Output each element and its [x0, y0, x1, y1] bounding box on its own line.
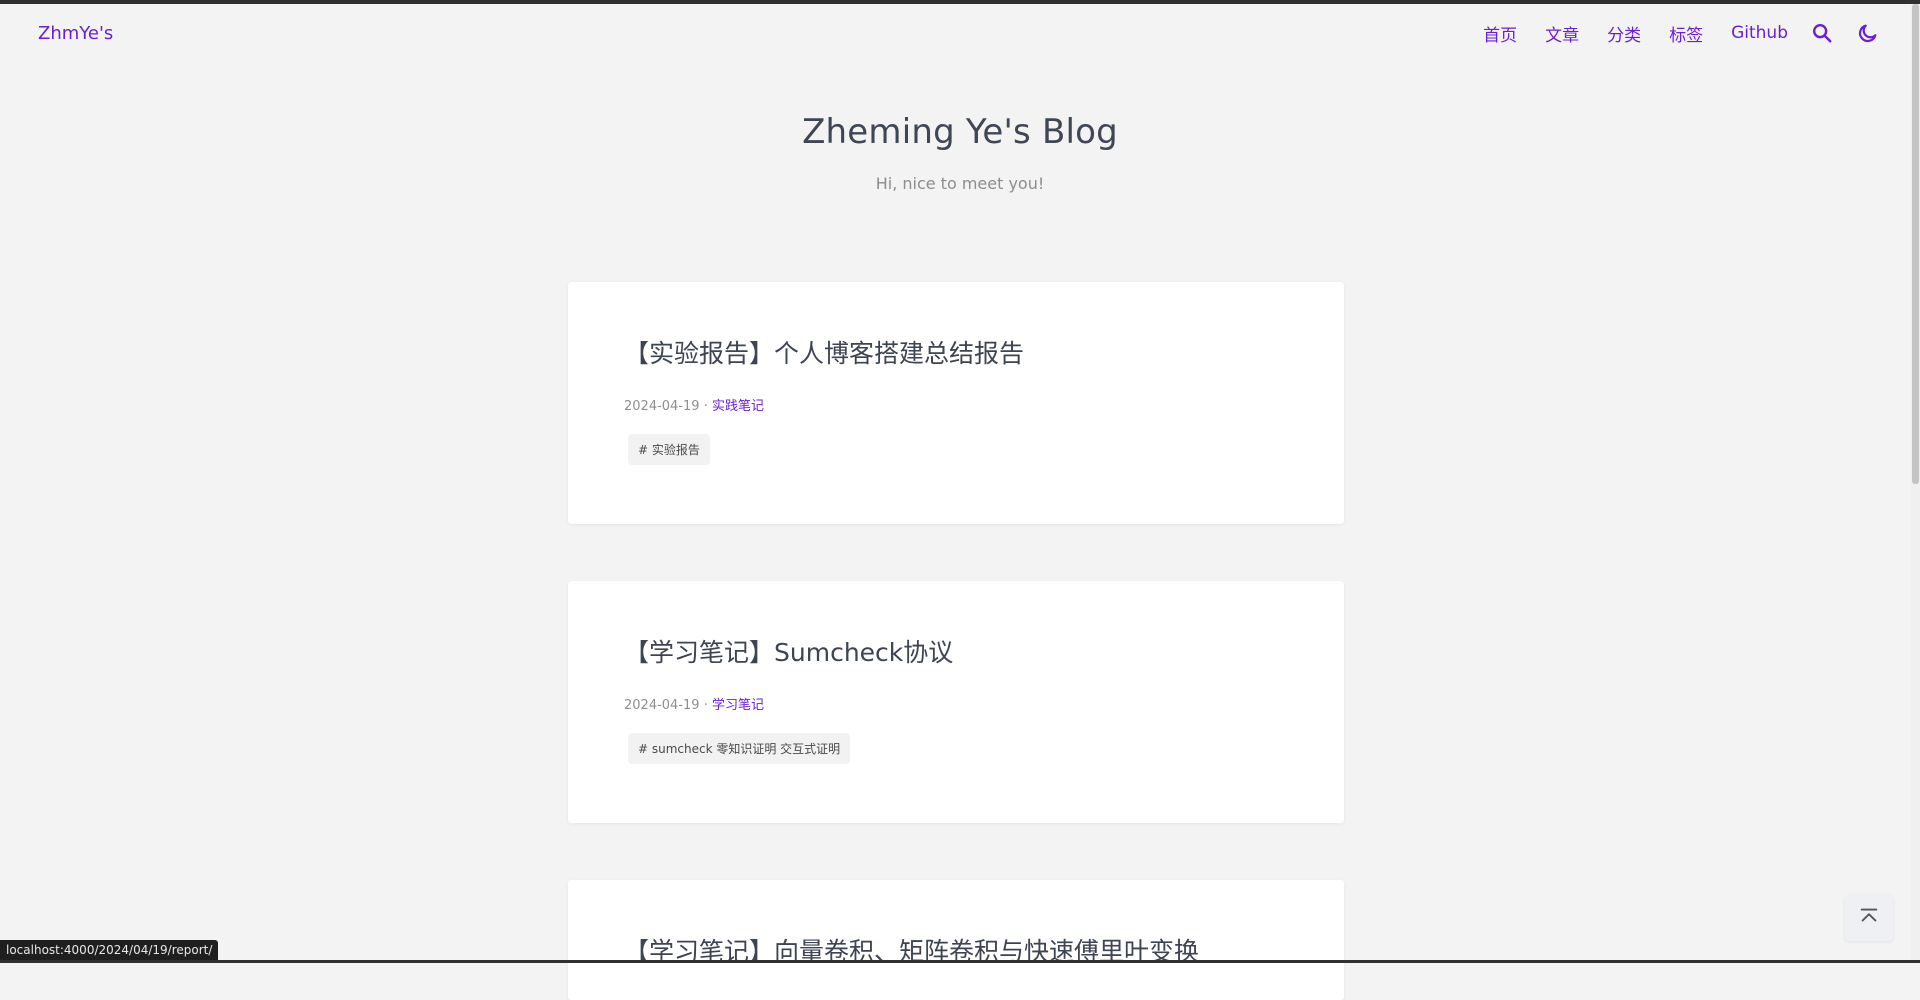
nav-menu: 首页 文章 分类 标签 Github — [1455, 21, 1880, 46]
back-to-top-button[interactable] — [1845, 895, 1893, 941]
moon-icon[interactable] — [1856, 21, 1880, 45]
post-tag[interactable]: # 实验报告 — [628, 434, 710, 465]
post-tag[interactable]: # sumcheck 零知识证明 交互式证明 — [628, 733, 851, 764]
search-icon[interactable] — [1810, 21, 1834, 45]
site-header: Zheming Ye's Blog Hi, nice to meet you! — [0, 112, 1920, 193]
brand-link[interactable]: ZhmYe's — [38, 23, 113, 44]
post-date: 2024-04-19 — [624, 399, 700, 414]
nav-item-tags[interactable]: 标签 — [1669, 21, 1703, 46]
scrollbar-thumb[interactable] — [1912, 4, 1919, 484]
arrow-up-bar-icon — [1858, 905, 1880, 931]
post-card[interactable]: 【实验报告】个人博客搭建总结报告 2024-04-19 · 实践笔记 # 实验报… — [568, 282, 1344, 524]
meta-separator: · — [699, 399, 712, 414]
post-card[interactable]: 【学习笔记】Sumcheck协议 2024-04-19 · 学习笔记 # sum… — [568, 581, 1344, 823]
post-title[interactable]: 【实验报告】个人博客搭建总结报告 — [624, 334, 1024, 370]
post-title[interactable]: 【学习笔记】Sumcheck协议 — [624, 633, 953, 669]
meta-separator: · — [699, 698, 712, 713]
post-date: 2024-04-19 — [624, 698, 700, 713]
site-title: Zheming Ye's Blog — [802, 112, 1118, 152]
nav-item-articles[interactable]: 文章 — [1545, 21, 1579, 46]
post-category-link[interactable]: 学习笔记 — [712, 698, 764, 713]
post-meta: 2024-04-19 · 实践笔记 — [624, 395, 764, 414]
post-card[interactable]: 【学习笔记】向量卷积、矩阵卷积与快速傅里叶变换 — [568, 880, 1344, 1000]
post-meta: 2024-04-19 · 学习笔记 — [624, 694, 764, 713]
site-subtitle: Hi, nice to meet you! — [875, 174, 1045, 193]
nav-item-categories[interactable]: 分类 — [1607, 21, 1641, 46]
post-category-link[interactable]: 实践笔记 — [712, 399, 764, 414]
navbar: ZhmYe's 首页 文章 分类 标签 Github — [0, 4, 1920, 62]
nav-item-github[interactable]: Github — [1731, 23, 1788, 43]
nav-item-home[interactable]: 首页 — [1483, 21, 1517, 46]
link-status-bar: localhost:4000/2024/04/19/report/ — [0, 940, 219, 960]
